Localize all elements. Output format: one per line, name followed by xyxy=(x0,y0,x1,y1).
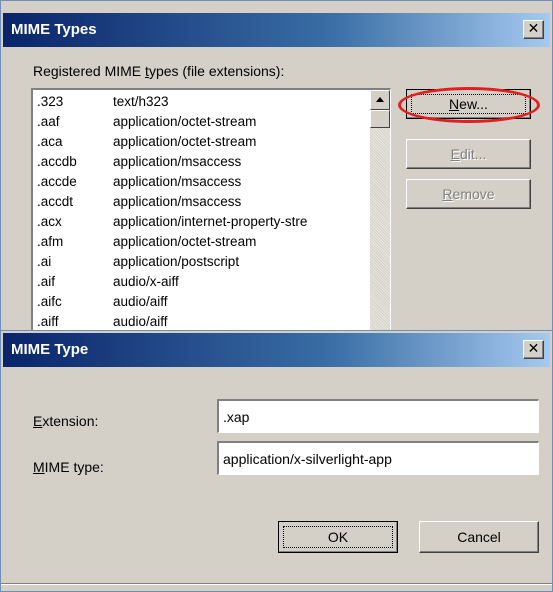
focus-rectangle xyxy=(283,526,393,548)
list-item[interactable]: .aif audio/x-aiff xyxy=(35,272,369,292)
list-item-mime-type: audio/aiff xyxy=(113,314,168,329)
list-item-mime-type: application/octet-stream xyxy=(113,234,257,249)
list-item-extension: .aifc xyxy=(37,294,62,309)
scroll-up-arrow-icon[interactable] xyxy=(370,90,390,110)
list-item[interactable]: .aaf application/octet-stream xyxy=(35,112,369,132)
scroll-thumb[interactable] xyxy=(370,110,390,128)
mime-types-list[interactable]: .323 text/h323 .aaf application/octet-strea… xyxy=(31,88,391,338)
cancel-button[interactable]: Cancel xyxy=(419,521,539,553)
list-item[interactable]: .accdb application/msaccess xyxy=(35,152,369,172)
registered-types-label: Registered MIME types (file extensions): xyxy=(33,63,285,79)
mime-type-label: MIME type: xyxy=(33,459,104,475)
close-icon: ✕ xyxy=(527,21,540,37)
list-item-mime-type: application/msaccess xyxy=(113,154,242,169)
extension-input[interactable] xyxy=(217,399,539,433)
list-item-extension: .accde xyxy=(37,174,77,189)
list-item-mime-type: audio/aiff xyxy=(113,294,168,309)
mime-types-rows: .323 text/h323 .aaf application/octet-strea… xyxy=(35,92,369,332)
list-item[interactable]: .aifc audio/aiff xyxy=(35,292,369,312)
vertical-scrollbar[interactable] xyxy=(370,90,390,337)
list-item[interactable]: .323 text/h323 xyxy=(35,92,369,112)
list-item-extension: .aif xyxy=(37,274,56,289)
list-item-mime-type: application/msaccess xyxy=(113,194,242,209)
list-item-extension: .aaf xyxy=(37,114,60,129)
list-item-mime-type: application/octet-stream xyxy=(113,114,257,129)
dialog-divider xyxy=(1,583,552,585)
list-item-extension: .accdt xyxy=(37,194,74,209)
list-item-extension: .acx xyxy=(37,214,62,229)
remove-button[interactable]: Remove xyxy=(406,179,531,209)
list-item-extension: .323 xyxy=(37,94,64,109)
ok-button[interactable]: OK xyxy=(278,521,398,553)
list-item[interactable]: .accdt application/msaccess xyxy=(35,192,369,212)
list-item-mime-type: audio/x-aiff xyxy=(113,274,179,289)
list-item-extension: .afm xyxy=(37,234,64,249)
list-item-extension: .aiff xyxy=(37,314,59,329)
mime-types-titlebar[interactable]: MIME Types ✕ xyxy=(3,13,550,47)
list-item[interactable]: .acx application/internet-property-stre xyxy=(35,212,369,232)
list-item-extension: .ai xyxy=(37,254,52,269)
mime-type-dialog: MIME Type ✕ Extension: MIME type: OK Can… xyxy=(0,330,553,592)
list-item-extension: .aca xyxy=(37,134,63,149)
list-item-mime-type: application/msaccess xyxy=(113,174,242,189)
mime-types-close-button[interactable]: ✕ xyxy=(523,20,544,39)
list-item-mime-type: application/postscript xyxy=(113,254,240,269)
mime-types-title: MIME Types xyxy=(11,21,97,38)
list-item-mime-type: text/h323 xyxy=(113,94,169,109)
edit-button[interactable]: Edit... xyxy=(406,139,531,169)
mime-type-title: MIME Type xyxy=(11,341,89,358)
list-item[interactable]: .accde application/msaccess xyxy=(35,172,369,192)
list-item[interactable]: .ai application/postscript xyxy=(35,252,369,272)
list-item[interactable]: .afm application/octet-stream xyxy=(35,232,369,252)
mime-type-input[interactable] xyxy=(217,441,539,475)
list-item-extension: .accdb xyxy=(37,154,77,169)
focus-rectangle xyxy=(411,94,526,114)
list-item[interactable]: .aca application/octet-stream xyxy=(35,132,369,152)
extension-label: Extension: xyxy=(33,413,99,429)
mime-type-titlebar[interactable]: MIME Type ✕ xyxy=(3,333,550,367)
mime-type-close-button[interactable]: ✕ xyxy=(523,340,544,359)
list-item-mime-type: application/internet-property-stre xyxy=(113,214,308,229)
list-item-mime-type: application/octet-stream xyxy=(113,134,257,149)
close-icon: ✕ xyxy=(527,341,540,357)
list-item[interactable]: .aiff audio/aiff xyxy=(35,312,369,332)
new-button[interactable]: New... xyxy=(406,89,531,119)
